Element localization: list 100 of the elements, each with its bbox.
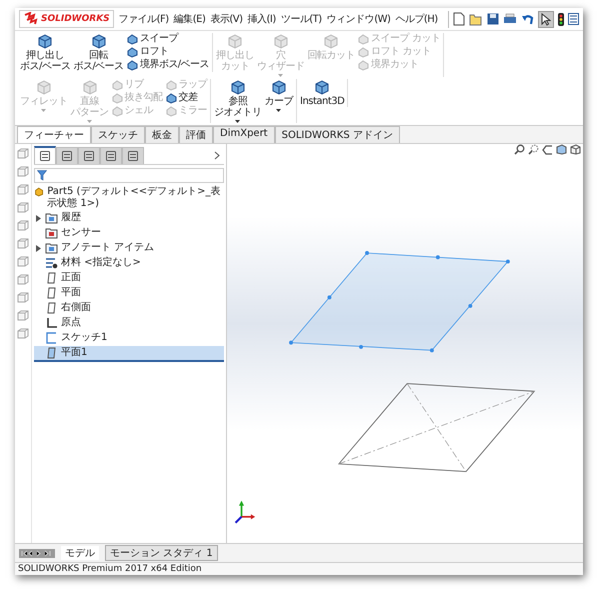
shape-icon: [126, 60, 138, 70]
cube-icon[interactable]: [570, 144, 581, 155]
shape-icon: [112, 106, 122, 116]
tree-item[interactable]: 履歴: [34, 211, 224, 225]
tree-item[interactable]: 右側面: [34, 301, 224, 315]
caret-icon[interactable]: [276, 109, 282, 112]
new-document-icon[interactable]: [452, 12, 465, 26]
panel-tab[interactable]: [78, 146, 100, 164]
cube-icon: [228, 79, 247, 95]
logo-icon: [23, 12, 39, 26]
shape-icon: [358, 46, 370, 58]
cube-icon: [313, 79, 332, 95]
expand-arrow-icon[interactable]: [36, 214, 41, 222]
tree-item[interactable]: スケッチ1: [34, 331, 224, 345]
chevron-right-icon[interactable]: [214, 150, 220, 160]
sketch-drawing[interactable]: [338, 383, 536, 472]
shape-icon: [112, 80, 122, 90]
zoom-area-icon[interactable]: [528, 144, 539, 155]
bottom-tab[interactable]: モデル: [61, 546, 99, 560]
panel-tab[interactable]: [34, 146, 56, 164]
axis-triad-icon: [234, 500, 256, 524]
panel-tab[interactable]: [100, 146, 122, 164]
ribbon-tab[interactable]: SOLIDWORKS アドイン: [274, 126, 400, 143]
filter-icon[interactable]: [37, 170, 47, 181]
cube-icon: [272, 33, 290, 49]
cube-icon: [90, 33, 108, 49]
cube-icon: [270, 79, 288, 95]
cube-icon: [80, 79, 98, 95]
menu-item[interactable]: 挿入(I): [248, 12, 276, 26]
shape-icon: [166, 80, 176, 90]
cube-icon: [226, 33, 244, 49]
traffic-light-icon[interactable]: [558, 12, 564, 26]
sketch-icon: [45, 332, 58, 344]
origin-icon: [45, 317, 58, 329]
list-icon: [105, 150, 117, 162]
shape-icon: [126, 46, 138, 58]
menu-item[interactable]: ファイル(F): [118, 12, 169, 26]
ribbon-tab[interactable]: 板金: [145, 126, 179, 143]
folder-icon: [45, 212, 58, 224]
list-icon: [83, 150, 95, 162]
ribbon-tab[interactable]: 評価: [179, 126, 213, 143]
shape-icon: [166, 92, 176, 104]
shape-icon: [358, 60, 370, 70]
ribbon-tab[interactable]: フィーチャー: [17, 126, 91, 143]
undo-icon[interactable]: [520, 13, 534, 25]
panel-tab[interactable]: [56, 146, 78, 164]
menu-item[interactable]: 表示(V): [210, 12, 242, 26]
print-icon[interactable]: [502, 13, 517, 25]
ribbon-button[interactable]: 交差: [166, 92, 207, 104]
shape-icon: [126, 34, 138, 44]
part-icon: [34, 186, 44, 198]
caret-icon[interactable]: [235, 120, 240, 123]
open-folder-icon[interactable]: [468, 12, 483, 26]
list-icon: [39, 150, 51, 162]
plane-icon: [45, 302, 58, 314]
ribbon-button[interactable]: 境界ボス/ベース: [126, 59, 210, 71]
folder-icon: [45, 242, 58, 254]
ribbon-button[interactable]: 押し出し ボス/ベース: [20, 33, 70, 72]
status-bar: SOLIDWORKS Premium 2017 x64 Edition: [15, 562, 583, 575]
menu-item[interactable]: ウィンドウ(W): [326, 12, 390, 26]
shape-icon: [166, 106, 176, 116]
tree-item[interactable]: アノテート アイテム: [34, 241, 224, 255]
ribbon-tab[interactable]: DimXpert: [213, 126, 275, 143]
cube-icon: [34, 79, 53, 95]
folder-icon: [45, 227, 58, 239]
expand-arrow-icon[interactable]: [36, 244, 41, 252]
ribbon-button[interactable]: スイープ: [126, 33, 210, 45]
ribbon-button[interactable]: 回転 ボス/ベース: [73, 33, 124, 72]
playback-controls-icon[interactable]: [19, 548, 55, 558]
ribbon-button[interactable]: ロフト: [126, 46, 210, 58]
tree-item[interactable]: 原点: [34, 316, 224, 330]
list-icon: [127, 150, 139, 162]
ribbon-tab[interactable]: スケッチ: [91, 126, 145, 143]
shape-icon: [112, 92, 122, 104]
app-logo[interactable]: SOLIDWORKS: [19, 10, 114, 28]
logo-text: SOLIDWORKS: [41, 14, 110, 24]
list-icon: [61, 150, 73, 162]
ribbon-button[interactable]: 参照 ジオメトリ: [214, 79, 262, 123]
cube-icon: [36, 33, 54, 49]
tree-root-label[interactable]: Part5 (デフォルト<<デフォルト>_表示状態 1>): [47, 186, 224, 210]
tree-item[interactable]: センサー: [34, 226, 224, 240]
zoom-icon[interactable]: [514, 144, 525, 155]
panel-tab[interactable]: [122, 146, 144, 164]
bottom-tab[interactable]: モーション スタディ 1: [105, 545, 218, 561]
save-icon[interactable]: [486, 13, 499, 25]
select-tool-button[interactable]: [538, 10, 554, 28]
material-icon: [45, 257, 58, 269]
list-icon[interactable]: [568, 13, 579, 25]
menu-item[interactable]: 編集(E): [174, 12, 206, 26]
tree-item[interactable]: 材料 <指定なし>: [34, 256, 224, 270]
plane-icon: [45, 287, 58, 299]
tree-item[interactable]: 平面1: [34, 346, 224, 362]
tree-item[interactable]: 正面: [34, 271, 224, 285]
plane-icon: [45, 272, 58, 284]
menu-item[interactable]: ツール(T): [280, 12, 322, 26]
ribbon-button[interactable]: Instant3D: [300, 79, 344, 107]
ribbon-button[interactable]: カーブ: [264, 79, 293, 123]
menu-item[interactable]: ヘルプ(H): [395, 12, 438, 26]
previous-view-icon[interactable]: [542, 144, 553, 155]
tree-item[interactable]: 平面: [34, 286, 224, 300]
